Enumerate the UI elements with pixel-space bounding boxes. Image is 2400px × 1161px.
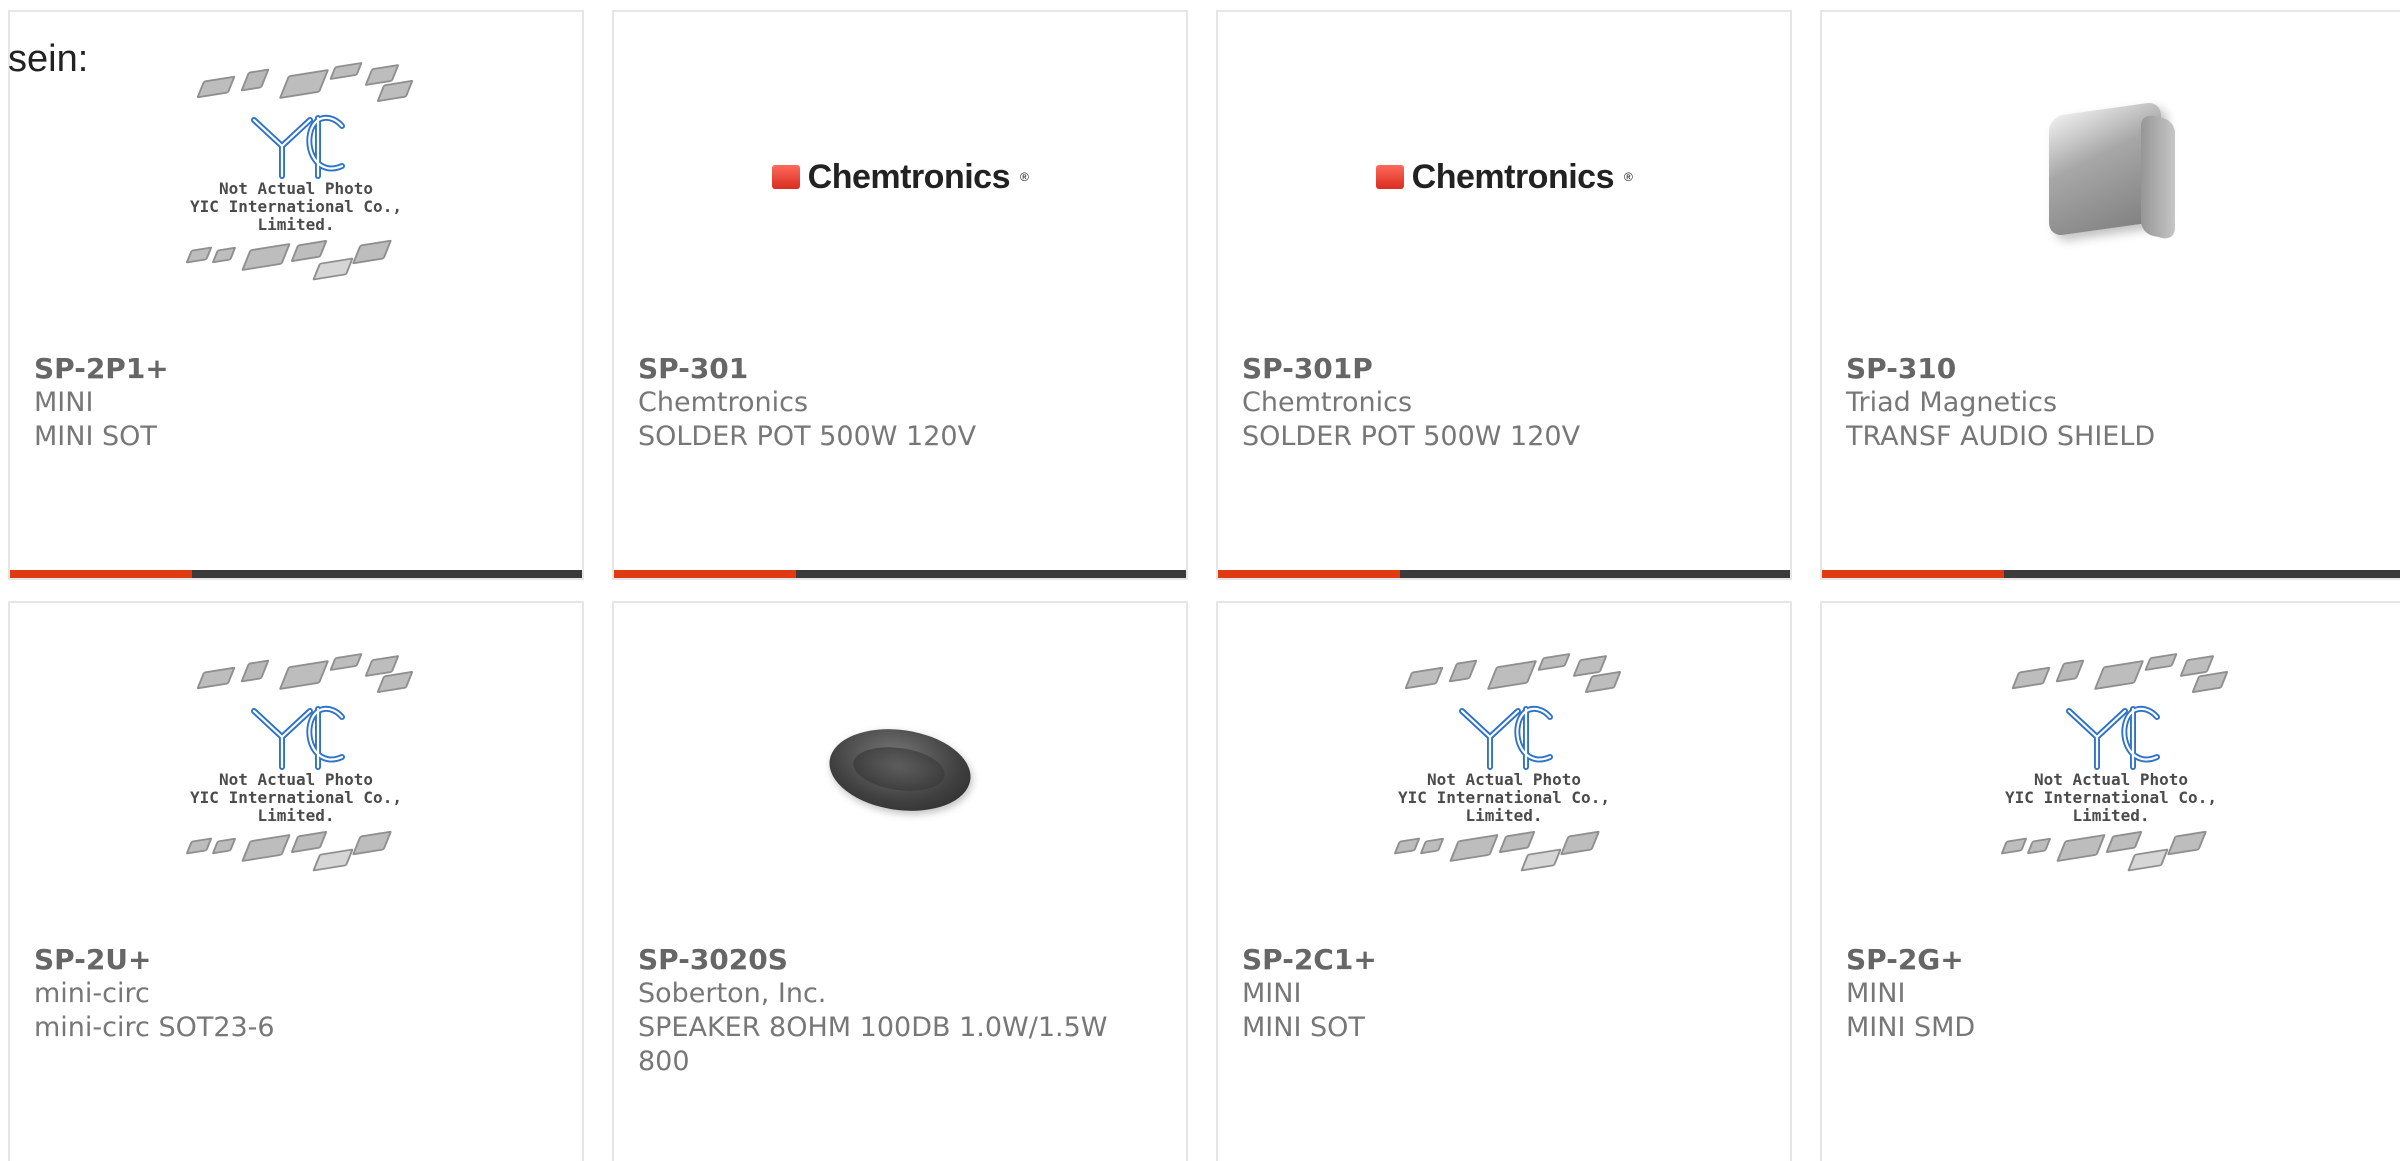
product-card[interactable]: Not Actual Photo YIC International Co., … <box>8 601 584 1161</box>
product-image[interactable]: Not Actual Photo YIC International Co., … <box>1218 643 1790 893</box>
product-card[interactable]: Chemtronics ® SP-301P Chemtronics SOLDER… <box>1216 10 1792 580</box>
metal-cap-side <box>2141 113 2175 241</box>
yic-placeholder-icon: Not Actual Photo YIC International Co., … <box>1369 643 1639 893</box>
manufacturer: Triad Magnetics <box>1846 387 2058 418</box>
part-number[interactable]: SP-2C1+ <box>1242 943 1377 977</box>
part-number[interactable]: SP-301 <box>638 352 748 386</box>
speaker-icon <box>824 718 976 820</box>
card-accent-bar <box>1218 570 1400 578</box>
manufacturer: Soberton, Inc. <box>638 978 827 1009</box>
chemtronics-wordmark: Chemtronics <box>1411 157 1615 196</box>
part-number[interactable]: SP-310 <box>1846 352 1956 386</box>
yic-caption-line1: Not Actual Photo <box>1426 770 1582 789</box>
yic-placeholder-icon: Not Actual Photo YIC International Co., … <box>1976 643 2246 893</box>
product-grid-page: sein: Not Actual Photo YIC International… <box>0 0 2400 1161</box>
manufacturer: Chemtronics <box>1242 387 1413 418</box>
chemtronics-wordmark: Chemtronics <box>807 157 1011 196</box>
yic-logo-icon <box>2066 705 2160 770</box>
manufacturer: mini-circ <box>34 978 150 1009</box>
manufacturer: MINI <box>34 387 94 418</box>
card-accent-bar <box>10 570 192 578</box>
yic-logo-icon <box>1459 705 1553 770</box>
product-card[interactable]: Not Actual Photo YIC International Co., … <box>8 10 584 580</box>
yic-caption-line2: YIC International Co., Limited. <box>2005 788 2217 825</box>
manufacturer: Chemtronics <box>638 387 809 418</box>
card-bottom-bar <box>1822 570 2400 578</box>
product-image[interactable] <box>614 643 1186 893</box>
chemtronics-logo-icon: Chemtronics ® <box>1375 157 1633 197</box>
description: MINI SOT <box>34 421 157 452</box>
yic-caption-line1: Not Actual Photo <box>2033 770 2189 789</box>
product-card[interactable]: SP-3020S Soberton, Inc. SPEAKER 8OHM 100… <box>612 601 1188 1161</box>
yic-caption-line2: YIC International Co., Limited. <box>190 788 402 825</box>
product-card[interactable]: Chemtronics ® SP-301 Chemtronics SOLDER … <box>612 10 1188 580</box>
chemtronics-mark-icon <box>771 165 800 189</box>
registered-mark: ® <box>1623 170 1633 184</box>
top-text: sein: <box>8 38 89 80</box>
part-number[interactable]: SP-2G+ <box>1846 943 1964 977</box>
manufacturer: MINI <box>1242 978 1302 1009</box>
part-number[interactable]: SP-301P <box>1242 352 1373 386</box>
yic-caption-line1: Not Actual Photo <box>218 179 374 198</box>
description: mini-circ SOT23-6 <box>34 1012 275 1043</box>
yic-caption-line1: Not Actual Photo <box>218 770 374 789</box>
description: SOLDER POT 500W 120V <box>638 421 977 452</box>
description: SPEAKER 8OHM 100DB 1.0W/1.5W 800 <box>638 1012 1108 1077</box>
description: MINI SOT <box>1242 1012 1365 1043</box>
yic-logo-icon <box>251 114 345 179</box>
card-accent-bar <box>614 570 796 578</box>
metal-cap-icon <box>2021 87 2201 267</box>
product-card[interactable]: Not Actual Photo YIC International Co., … <box>1216 601 1792 1161</box>
description: TRANSF AUDIO SHIELD <box>1846 421 2156 452</box>
yic-caption: Not Actual Photo YIC International Co., … <box>161 180 431 234</box>
part-number[interactable]: SP-3020S <box>638 943 788 977</box>
product-image[interactable] <box>1822 52 2400 302</box>
card-accent-bar <box>1822 570 2004 578</box>
description: SOLDER POT 500W 120V <box>1242 421 1581 452</box>
card-bottom-bar <box>10 570 582 578</box>
product-image[interactable]: Not Actual Photo YIC International Co., … <box>10 643 582 893</box>
registered-mark: ® <box>1019 170 1029 184</box>
product-card[interactable]: SP-310 Triad Magnetics TRANSF AUDIO SHIE… <box>1820 10 2400 580</box>
yic-placeholder-icon: Not Actual Photo YIC International Co., … <box>161 643 431 893</box>
yic-caption: Not Actual Photo YIC International Co., … <box>1976 771 2246 825</box>
card-bottom-bar <box>614 570 1186 578</box>
yic-caption: Not Actual Photo YIC International Co., … <box>161 771 431 825</box>
part-number[interactable]: SP-2U+ <box>34 943 152 977</box>
product-card[interactable]: Not Actual Photo YIC International Co., … <box>1820 601 2400 1161</box>
yic-caption: Not Actual Photo YIC International Co., … <box>1369 771 1639 825</box>
manufacturer: MINI <box>1846 978 1906 1009</box>
product-image[interactable]: Not Actual Photo YIC International Co., … <box>10 52 582 302</box>
chemtronics-mark-icon <box>1375 165 1404 189</box>
product-image[interactable]: Chemtronics ® <box>1218 52 1790 302</box>
yic-logo-icon <box>251 705 345 770</box>
product-image[interactable]: Not Actual Photo YIC International Co., … <box>1822 643 2400 893</box>
part-number[interactable]: SP-2P1+ <box>34 352 169 386</box>
chemtronics-logo-icon: Chemtronics ® <box>771 157 1029 197</box>
product-image[interactable]: Chemtronics ® <box>614 52 1186 302</box>
yic-placeholder-icon: Not Actual Photo YIC International Co., … <box>161 52 431 302</box>
card-bottom-bar <box>1218 570 1790 578</box>
yic-caption-line2: YIC International Co., Limited. <box>190 197 402 234</box>
yic-caption-line2: YIC International Co., Limited. <box>1398 788 1610 825</box>
description: MINI SMD <box>1846 1012 1976 1043</box>
